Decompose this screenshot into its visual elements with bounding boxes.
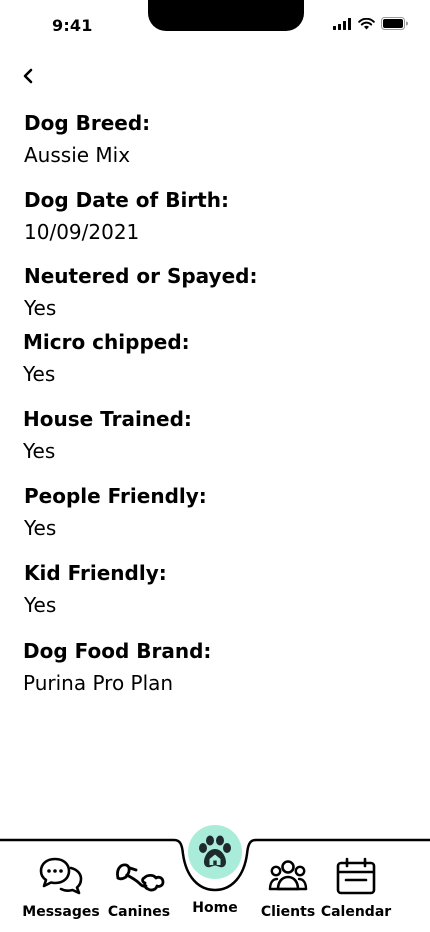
wifi-icon bbox=[358, 17, 375, 29]
nav-home-label-wrap[interactable]: Home bbox=[175, 884, 255, 916]
field-label: Micro chipped: bbox=[23, 330, 190, 354]
nav-messages[interactable]: Messages bbox=[21, 854, 101, 920]
field-value: Yes bbox=[23, 362, 56, 386]
status-time: 9:41 bbox=[52, 16, 93, 35]
field-value: Aussie Mix bbox=[24, 143, 131, 167]
field-label: People Friendly: bbox=[24, 484, 207, 508]
field-kid-friendly: Kid Friendly: Yes bbox=[24, 560, 167, 618]
paw-home-icon bbox=[199, 835, 231, 868]
home-button[interactable] bbox=[188, 825, 242, 879]
device-notch bbox=[148, 0, 304, 31]
nav-calendar[interactable]: Calendar bbox=[316, 854, 396, 920]
field-neutered-or-spayed: Neutered or Spayed: Yes bbox=[24, 263, 257, 321]
field-dog-date-of-birth: Dog Date of Birth: 10/09/2021 bbox=[24, 187, 229, 245]
field-dog-breed: Dog Breed: Aussie Mix bbox=[24, 110, 150, 168]
field-value: 10/09/2021 bbox=[24, 220, 140, 244]
field-value: Yes bbox=[24, 593, 57, 617]
nav-messages-label: Messages bbox=[22, 904, 100, 920]
field-label: Neutered or Spayed: bbox=[24, 264, 258, 288]
nav-canines-label: Canines bbox=[107, 904, 171, 920]
field-micro-chipped: Micro chipped: Yes bbox=[23, 329, 190, 387]
nav-canines[interactable]: Canines bbox=[99, 854, 179, 920]
nav-calendar-label: Calendar bbox=[320, 904, 392, 920]
nav-home-label: Home bbox=[192, 900, 238, 916]
status-icons bbox=[333, 17, 408, 30]
field-people-friendly: People Friendly: Yes bbox=[24, 483, 207, 541]
battery-icon bbox=[381, 17, 408, 30]
field-label: Kid Friendly: bbox=[24, 561, 167, 585]
field-value: Purina Pro Plan bbox=[23, 671, 174, 695]
field-house-trained: House Trained: Yes bbox=[23, 406, 192, 464]
field-value: Yes bbox=[24, 516, 57, 540]
bottom-nav-bar: Messages Canines Home Clients Calendar bbox=[0, 825, 430, 932]
field-value: Yes bbox=[23, 439, 56, 463]
field-dog-food-brand: Dog Food Brand: Purina Pro Plan bbox=[23, 638, 211, 696]
people-icon bbox=[268, 860, 308, 891]
field-label: House Trained: bbox=[23, 407, 192, 431]
field-value: Yes bbox=[24, 296, 57, 320]
cellular-signal-icon bbox=[333, 17, 351, 30]
field-label: Dog Food Brand: bbox=[23, 639, 212, 663]
back-button[interactable] bbox=[14, 62, 42, 90]
chat-bubbles-icon bbox=[39, 857, 83, 895]
field-label: Dog Date of Birth: bbox=[24, 188, 229, 212]
calendar-icon bbox=[336, 857, 376, 895]
field-label: Dog Breed: bbox=[24, 111, 151, 135]
status-bar: 9:41 bbox=[0, 0, 430, 50]
dog-bone-icon bbox=[116, 863, 165, 892]
chevron-left-icon bbox=[23, 68, 33, 84]
